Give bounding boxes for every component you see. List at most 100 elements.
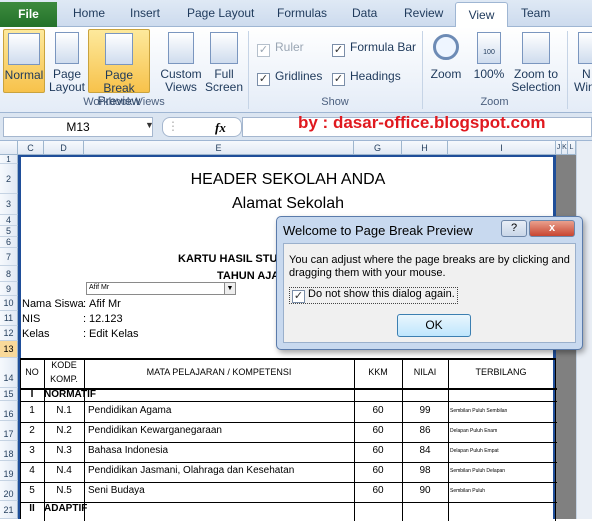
custom-views-icon bbox=[168, 32, 194, 64]
custom-views-button[interactable]: Custom Views bbox=[158, 29, 204, 94]
row-header[interactable]: 1 bbox=[0, 155, 18, 164]
zoom-selection-button[interactable]: Zoom to Selection bbox=[511, 29, 561, 94]
page-break-line[interactable] bbox=[18, 155, 556, 157]
group-label-show: Show bbox=[321, 96, 349, 108]
row-header[interactable]: 5 bbox=[0, 226, 18, 237]
tab-home[interactable]: Home bbox=[73, 6, 105, 20]
column-header-d[interactable]: D bbox=[44, 141, 84, 155]
tab-file[interactable]: File bbox=[0, 2, 57, 27]
formula-bar-checkbox[interactable]: ✓ Formula Bar bbox=[332, 40, 416, 57]
zoom-100-icon: 100 bbox=[477, 32, 501, 64]
zoom-100-button[interactable]: 100 100% bbox=[472, 29, 506, 93]
colon: : bbox=[83, 313, 87, 325]
tab-view[interactable]: View bbox=[455, 2, 508, 28]
cell-kkm: 60 bbox=[372, 405, 384, 416]
column-header-h[interactable]: H bbox=[402, 141, 448, 155]
insert-function-button[interactable]: fx bbox=[215, 120, 226, 136]
column-header-g[interactable]: G bbox=[354, 141, 402, 155]
section-label: ADAPTIF bbox=[44, 503, 88, 514]
dropdown-value: Afif Mr bbox=[89, 284, 110, 291]
ruler-label: Ruler bbox=[275, 40, 304, 54]
page-break-label-1: Page Break bbox=[103, 68, 135, 95]
card-title: KARTU HASIL STUDI bbox=[178, 253, 289, 265]
cell-kkm: 60 bbox=[372, 445, 384, 456]
checkmark-icon: ✓ bbox=[332, 44, 345, 57]
watermark-text: by : dasar-office.blogspot.com bbox=[298, 113, 546, 132]
dropdown-arrow-icon[interactable]: ▼ bbox=[224, 283, 235, 294]
row-header[interactable]: 20 bbox=[0, 481, 18, 501]
page-layout-view-button[interactable]: Page Layout bbox=[48, 29, 86, 94]
normal-view-icon bbox=[8, 33, 40, 65]
magnifier-icon bbox=[433, 34, 459, 60]
th-kode-1: KODE bbox=[51, 360, 77, 370]
new-window-label-2: Win bbox=[574, 80, 592, 94]
cell-subject-name: Pendidikan Agama bbox=[88, 405, 172, 416]
th-terbilang: TERBILANG bbox=[475, 367, 527, 377]
headings-label: Headings bbox=[350, 69, 401, 83]
headings-checkbox[interactable]: ✓ Headings bbox=[332, 69, 401, 86]
cell-kode: N.2 bbox=[56, 425, 72, 436]
ok-button[interactable]: OK bbox=[397, 314, 471, 337]
column-header-e[interactable]: E bbox=[84, 141, 354, 155]
row-header[interactable]: 7 bbox=[0, 248, 18, 266]
close-button[interactable]: x bbox=[529, 220, 575, 237]
tab-review[interactable]: Review bbox=[404, 6, 443, 20]
tab-formulas[interactable]: Formulas bbox=[277, 6, 327, 20]
cell-subject-name: Pendidikan Jasmani, Olahraga dan Kesehat… bbox=[88, 465, 295, 476]
school-year: TAHUN AJA bbox=[217, 270, 280, 282]
row-header[interactable]: 16 bbox=[0, 401, 18, 421]
ribbon-separator bbox=[567, 31, 568, 109]
ribbon-tab-bar: File Home Insert Page Layout Formulas Da… bbox=[0, 0, 592, 28]
cell-nilai: 90 bbox=[419, 485, 431, 496]
tab-data[interactable]: Data bbox=[352, 6, 377, 20]
row-header-selected[interactable]: 13 bbox=[0, 341, 18, 358]
dialog-message: You can adjust where the page breaks are… bbox=[289, 254, 570, 279]
zoom-button[interactable]: Zoom bbox=[428, 29, 464, 93]
select-all-corner[interactable] bbox=[0, 141, 18, 155]
gridlines-checkbox[interactable]: ✓ Gridlines bbox=[257, 69, 322, 86]
row-header[interactable]: 21 bbox=[0, 501, 18, 519]
row-header[interactable]: 19 bbox=[0, 461, 18, 481]
row-header[interactable]: 14 bbox=[0, 358, 18, 388]
tab-insert[interactable]: Insert bbox=[130, 6, 160, 20]
th-mapel: MATA PELAJARAN / KOMPETENSI bbox=[146, 367, 292, 377]
name-box[interactable]: M13 bbox=[3, 117, 153, 137]
page-break-preview-button[interactable]: Page Break Preview bbox=[88, 29, 150, 108]
column-header-i[interactable]: I bbox=[448, 141, 556, 155]
value-nama: Afif Mr bbox=[89, 298, 121, 310]
cell-nilai: 84 bbox=[419, 445, 431, 456]
help-button[interactable]: ? bbox=[501, 220, 527, 237]
row-header[interactable]: 8 bbox=[0, 266, 18, 282]
row-header[interactable]: 11 bbox=[0, 311, 18, 326]
tab-page-layout[interactable]: Page Layout bbox=[187, 6, 254, 20]
checkmark-icon: ✓ bbox=[257, 44, 270, 57]
cell-subject-name: Seni Budaya bbox=[88, 485, 145, 496]
cell-no: 1 bbox=[29, 405, 35, 416]
row-header[interactable]: 4 bbox=[0, 215, 18, 226]
name-box-dropdown-icon[interactable]: ▼ bbox=[145, 120, 154, 130]
th-no: NO bbox=[25, 367, 39, 377]
row-header[interactable]: 12 bbox=[0, 326, 18, 341]
student-dropdown[interactable]: Afif Mr ▼ bbox=[86, 282, 236, 295]
row-header[interactable]: 10 bbox=[0, 296, 18, 311]
column-header-l[interactable]: L bbox=[568, 141, 576, 155]
cell-nilai: 86 bbox=[419, 425, 431, 436]
th-nilai: NILAI bbox=[413, 367, 437, 377]
tab-team[interactable]: Team bbox=[521, 6, 550, 20]
row-header[interactable]: 15 bbox=[0, 388, 18, 401]
value-nis: 12.123 bbox=[89, 313, 123, 325]
page-layout-icon bbox=[55, 32, 79, 64]
row-header[interactable]: 9 bbox=[0, 282, 18, 296]
section-num: II bbox=[29, 503, 35, 514]
colon: : bbox=[83, 328, 87, 340]
full-screen-button[interactable]: Full Screen bbox=[204, 29, 244, 94]
row-header[interactable]: 6 bbox=[0, 237, 18, 248]
new-window-button[interactable]: N Win bbox=[572, 29, 592, 94]
column-header-c[interactable]: C bbox=[18, 141, 44, 155]
row-header[interactable]: 17 bbox=[0, 421, 18, 441]
row-header[interactable]: 18 bbox=[0, 441, 18, 461]
new-window-icon bbox=[578, 32, 592, 64]
checkmark-icon: ✓ bbox=[257, 73, 270, 86]
normal-view-button[interactable]: Normal bbox=[3, 29, 45, 93]
dont-show-checkbox[interactable]: ✓ Do not show this dialog again. bbox=[289, 287, 458, 304]
